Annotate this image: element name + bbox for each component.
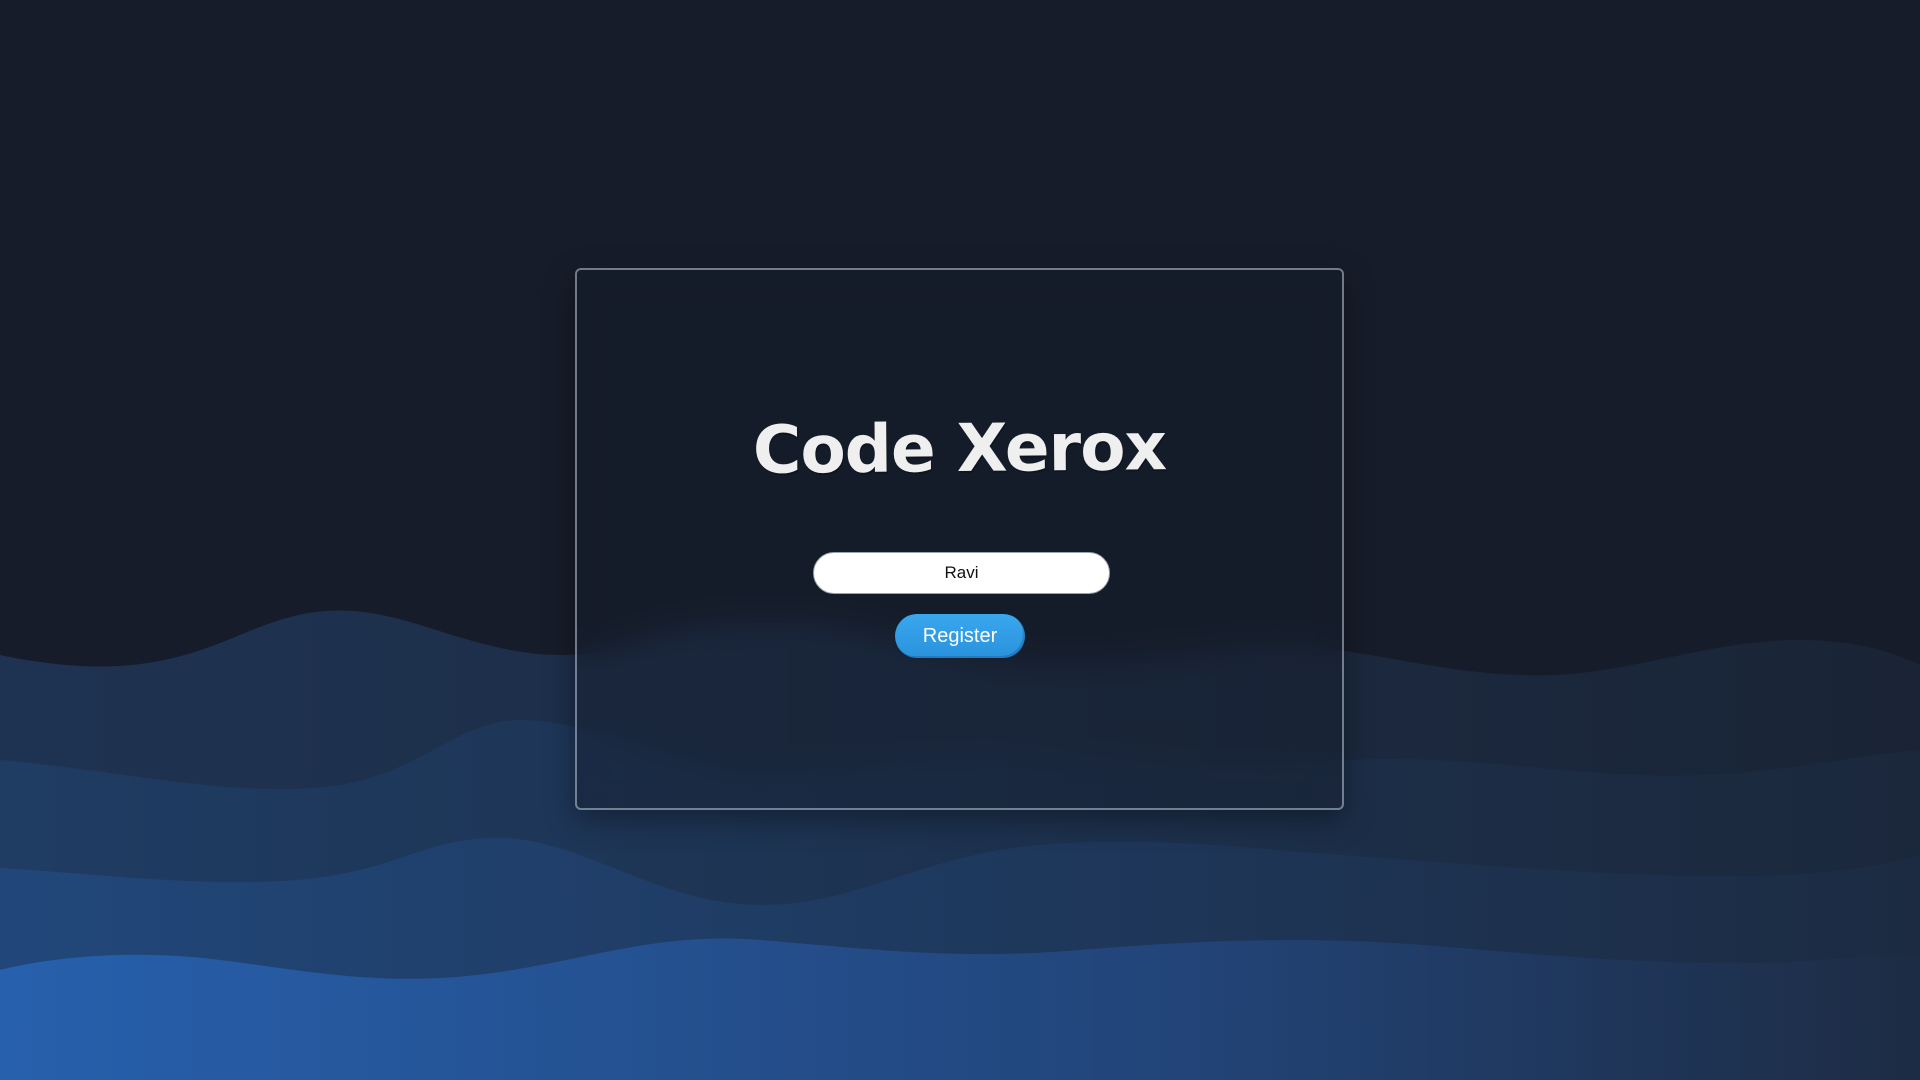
register-card: Code Xerox Register [575,268,1344,810]
register-page: Code Xerox Register [0,0,1920,1080]
app-title: Code Xerox [752,408,1167,489]
name-input[interactable] [813,552,1110,594]
register-button[interactable]: Register [895,614,1025,658]
